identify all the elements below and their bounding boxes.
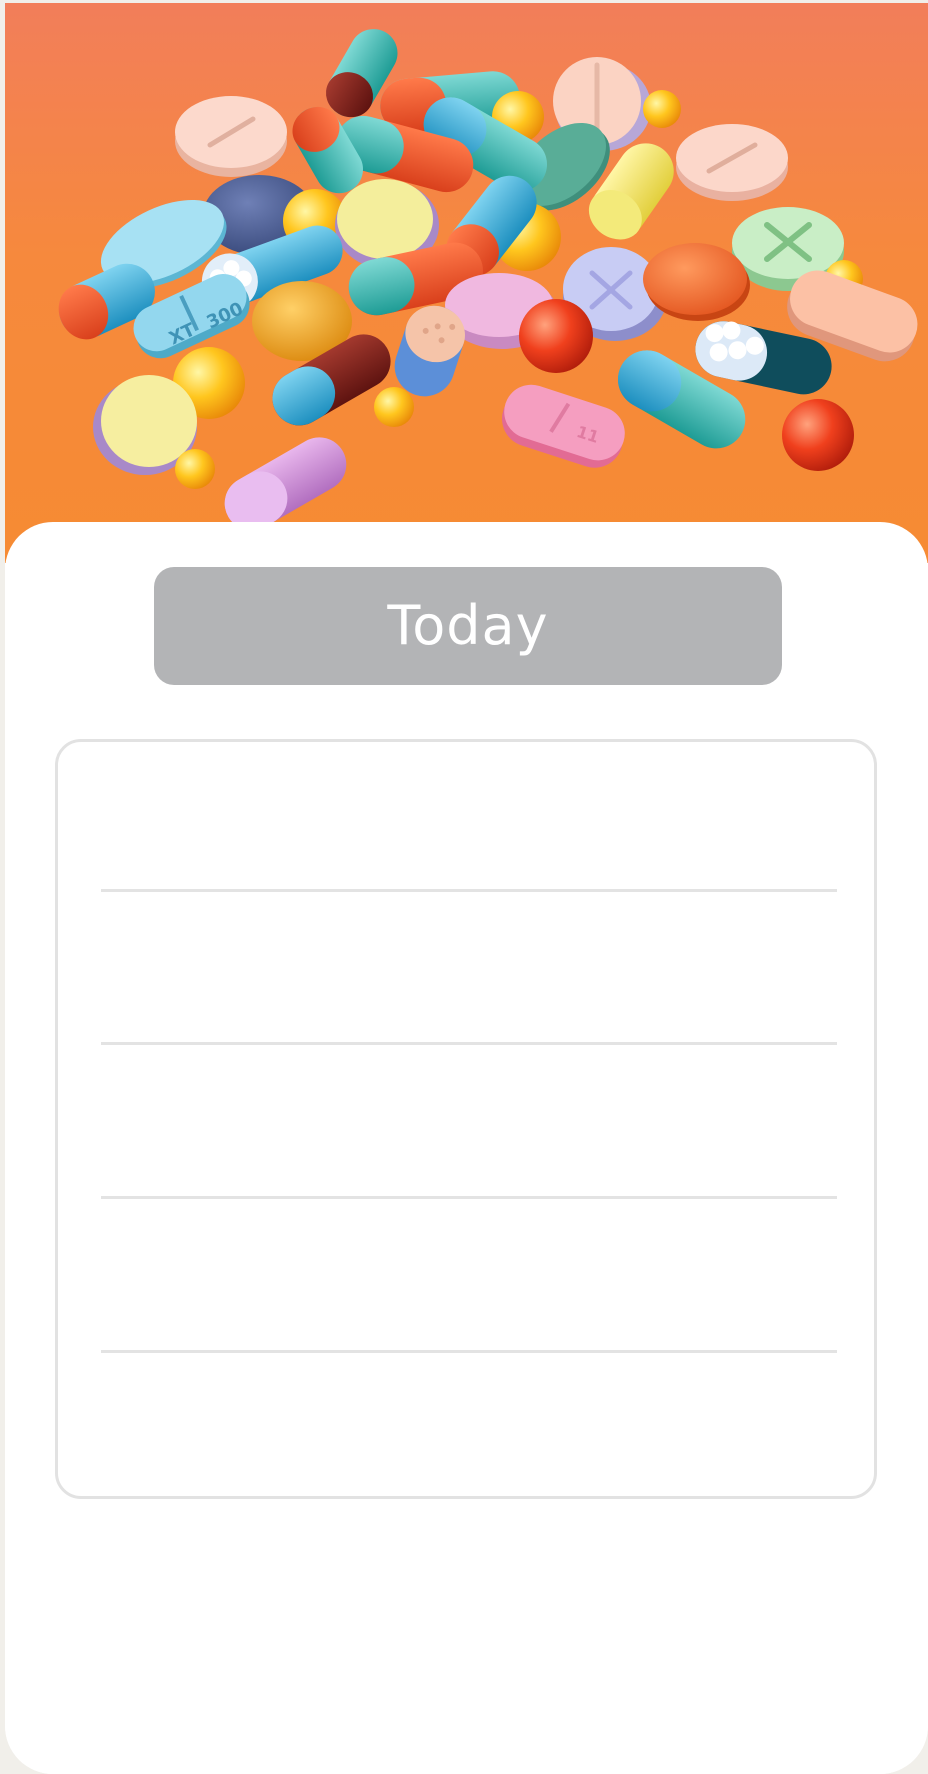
list-item[interactable]: [101, 742, 837, 892]
today-button[interactable]: Today: [154, 567, 782, 685]
list-item[interactable]: [101, 1353, 837, 1503]
app-screen: XT 300 11 Today: [5, 3, 928, 1774]
medication-list: [55, 739, 877, 1499]
list-item[interactable]: [101, 1045, 837, 1195]
pills-illustration-icon: XT 300 11: [58, 29, 918, 531]
list-item[interactable]: [101, 1199, 837, 1349]
list-item[interactable]: [101, 892, 837, 1042]
content-sheet: Today: [5, 522, 928, 1774]
hero-banner: XT 300 11: [5, 3, 928, 563]
